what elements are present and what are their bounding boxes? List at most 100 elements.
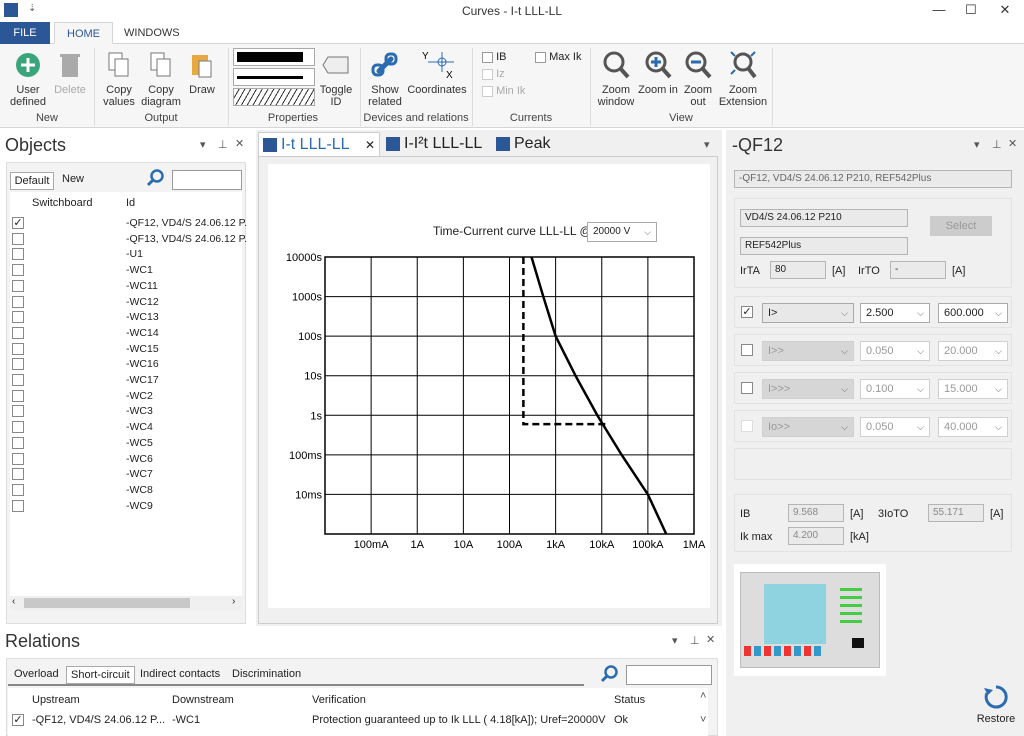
row-checkbox[interactable]: ✓ xyxy=(12,714,24,726)
time-select[interactable]: 15.000 ⌵ xyxy=(938,379,1008,399)
object-row[interactable]: -WC9 xyxy=(10,499,242,514)
object-row[interactable]: -WC6 xyxy=(10,452,242,467)
max-ik-checkbox[interactable]: Max Ik xyxy=(535,51,581,63)
row-checkbox[interactable] xyxy=(12,405,24,418)
protection-checkbox[interactable] xyxy=(741,420,753,432)
row-checkbox[interactable] xyxy=(12,326,24,339)
object-row[interactable]: -WC16 xyxy=(10,357,242,372)
relations-tab[interactable]: Short-circuit xyxy=(66,666,135,684)
panel-menu-icon[interactable]: ▾ xyxy=(200,138,206,151)
delete-button[interactable]: Delete xyxy=(50,50,90,96)
panel-close-icon[interactable]: ✕ xyxy=(235,137,244,150)
row-checkbox[interactable] xyxy=(12,499,24,512)
voltage-select[interactable]: 20000 V ⌵ xyxy=(587,222,657,242)
pin-icon[interactable]: ⊥ xyxy=(218,138,228,151)
tab-file[interactable]: FILE xyxy=(0,22,50,44)
row-checkbox[interactable] xyxy=(12,342,24,355)
row-checkbox[interactable] xyxy=(12,374,24,386)
toggle-id-button[interactable]: Toggle ID xyxy=(316,50,356,108)
multiplier-select[interactable]: 0.100 ⌵ xyxy=(860,379,930,399)
maximize-button[interactable]: ☐ xyxy=(956,2,986,18)
tab-new[interactable]: New xyxy=(56,172,130,188)
row-checkbox[interactable] xyxy=(12,358,24,371)
object-row[interactable]: -WC12 xyxy=(10,295,242,310)
pin-icon[interactable]: ⊥ xyxy=(690,634,700,647)
relations-tab[interactable]: Indirect contacts xyxy=(136,666,224,684)
coordinates-button[interactable]: YX Coordinates xyxy=(406,50,468,96)
col-id[interactable]: Id xyxy=(126,197,135,209)
panel-close-icon[interactable]: ✕ xyxy=(1008,137,1017,150)
relations-tab[interactable]: Discrimination xyxy=(228,666,305,684)
multiplier-select[interactable]: 2.500 ⌵ xyxy=(860,303,930,323)
object-row[interactable]: -QF13, VD4/S 24.06.12 P. xyxy=(10,232,247,247)
row-checkbox[interactable]: ✓ xyxy=(12,217,24,229)
panel-menu-icon[interactable]: ▾ xyxy=(672,634,678,647)
line-style-select[interactable] xyxy=(233,88,315,106)
row-checkbox[interactable] xyxy=(12,279,24,292)
min-ik-checkbox[interactable]: Min Ik xyxy=(482,85,525,97)
col-downstream[interactable]: Downstream xyxy=(172,694,234,706)
close-button[interactable]: ✕ xyxy=(990,2,1020,18)
multiplier-select[interactable]: 0.050 ⌵ xyxy=(860,341,930,361)
object-row[interactable]: -WC3 xyxy=(10,404,242,419)
line-color-select[interactable] xyxy=(233,48,315,66)
object-row[interactable]: ✓ -QF12, VD4/S 24.06.12 P. xyxy=(10,216,247,231)
object-row[interactable]: -WC15 xyxy=(10,342,242,357)
object-row[interactable]: -WC1 xyxy=(10,263,242,278)
restore-button[interactable]: Restore xyxy=(976,684,1016,725)
row-checkbox[interactable] xyxy=(12,483,24,496)
protection-checkbox[interactable]: ✓ xyxy=(741,306,753,318)
pin-icon[interactable]: ⊥ xyxy=(992,138,1002,151)
row-checkbox[interactable] xyxy=(12,436,24,449)
object-row[interactable]: -WC11 xyxy=(10,279,242,294)
row-checkbox[interactable] xyxy=(12,248,24,261)
copy-diagram-button[interactable]: Copy diagram xyxy=(138,50,184,108)
time-select[interactable]: 40.000 ⌵ xyxy=(938,417,1008,437)
function-select[interactable]: Io>> ⌵ xyxy=(762,417,854,437)
col-status[interactable]: Status xyxy=(614,694,645,706)
row-checkbox[interactable] xyxy=(12,389,24,402)
user-defined-button[interactable]: User defined xyxy=(6,50,50,108)
object-row[interactable]: -WC7 xyxy=(10,467,242,482)
search-icon[interactable] xyxy=(600,664,620,684)
doc-tab-it[interactable]: I-t LLL-LL ✕ xyxy=(258,132,380,156)
row-checkbox[interactable] xyxy=(12,232,24,245)
iz-checkbox[interactable]: Iz xyxy=(482,68,505,80)
time-select[interactable]: 600.000 ⌵ xyxy=(938,303,1008,323)
zoom-out-button[interactable]: Zoom out xyxy=(678,50,718,108)
zoom-in-button[interactable]: Zoom in xyxy=(638,50,678,96)
row-checkbox[interactable] xyxy=(12,421,24,434)
minimize-button[interactable]: — xyxy=(924,2,954,17)
tab-home[interactable]: HOME xyxy=(54,22,113,44)
scroll-up-icon[interactable]: ˄ xyxy=(700,690,706,702)
function-select[interactable]: I>> ⌵ xyxy=(762,341,854,361)
ib-checkbox[interactable]: IB xyxy=(482,51,506,63)
copy-values-button[interactable]: Copy values xyxy=(100,50,138,108)
tab-default[interactable]: Default xyxy=(10,172,54,190)
time-select[interactable]: 20.000 ⌵ xyxy=(938,341,1008,361)
scroll-down-icon[interactable]: ˅ xyxy=(700,714,706,726)
row-checkbox[interactable] xyxy=(12,264,24,277)
col-upstream[interactable]: Upstream xyxy=(32,694,80,706)
row-checkbox[interactable] xyxy=(12,452,24,465)
tabs-dropdown-icon[interactable]: ▾ xyxy=(704,138,710,151)
relations-search-input[interactable] xyxy=(626,665,712,685)
object-row[interactable]: -WC5 xyxy=(10,436,242,451)
show-related-button[interactable]: Show related xyxy=(364,50,406,108)
object-row[interactable]: -WC2 xyxy=(10,389,242,404)
panel-menu-icon[interactable]: ▾ xyxy=(974,138,980,151)
object-row[interactable]: -WC17 xyxy=(10,373,242,388)
draw-button[interactable]: Draw xyxy=(184,50,220,96)
col-verification[interactable]: Verification xyxy=(312,694,366,706)
multiplier-select[interactable]: 0.050 ⌵ xyxy=(860,417,930,437)
object-row[interactable]: -WC8 xyxy=(10,483,242,498)
object-row[interactable]: -WC13 xyxy=(10,310,242,325)
row-checkbox[interactable] xyxy=(12,311,24,324)
select-button[interactable]: Select xyxy=(930,216,992,236)
object-row[interactable]: -U1 xyxy=(10,247,242,262)
relations-tab[interactable]: Overload xyxy=(10,666,63,684)
time-current-chart[interactable]: 100mA 1A 10A 100A 1kA 10kA 100kA 1MA 10000s 1000s… xyxy=(256,240,722,560)
row-checkbox[interactable] xyxy=(12,468,24,481)
tab-windows[interactable]: WINDOWS xyxy=(112,22,192,44)
line-width-select[interactable] xyxy=(233,68,315,86)
